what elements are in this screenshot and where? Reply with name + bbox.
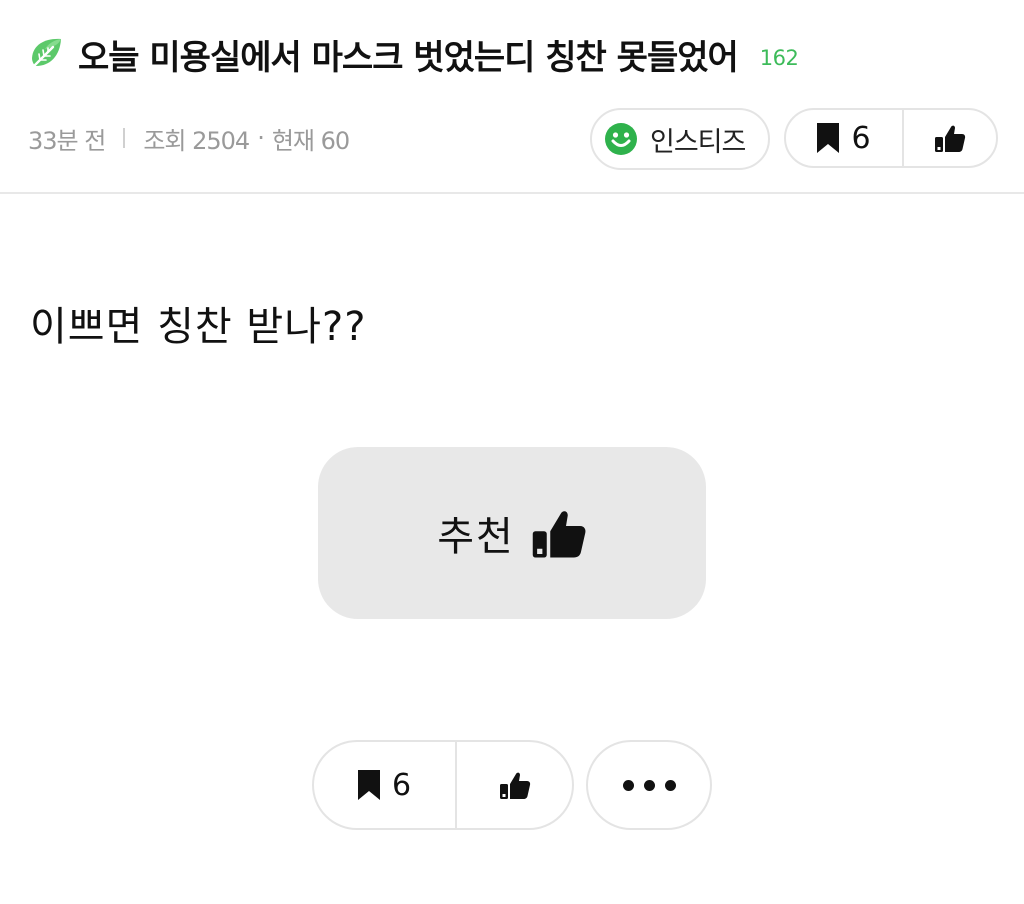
scrap-button[interactable]: 6: [314, 742, 457, 828]
scrap-count: 6: [851, 120, 871, 156]
bookmark-icon: [357, 770, 380, 800]
recommend-button[interactable]: 추천: [318, 447, 706, 619]
current-viewers: 현재 60: [271, 126, 350, 155]
more-dots-icon: [622, 779, 676, 791]
bookmark-icon: [817, 123, 840, 153]
thumbs-up-icon: [531, 505, 587, 561]
bottom-action-group: 6: [312, 740, 574, 830]
leaf-icon: [28, 36, 64, 72]
post-meta: 33분 전 조회 2504 · 현재 60: [28, 116, 350, 160]
recommend-label: 추천: [437, 514, 515, 560]
meta-divider: [123, 128, 126, 148]
meta-dot: ·: [257, 124, 265, 152]
post-content: 이쁘면 칭찬 받나??: [30, 304, 367, 350]
like-button[interactable]: [904, 110, 996, 166]
view-count: 조회 2504: [143, 126, 250, 155]
top-action-group: 6: [784, 108, 998, 168]
header-divider: [0, 192, 1024, 194]
post-time: 33분 전: [28, 126, 106, 155]
board-link-button[interactable]: 인스티즈: [590, 108, 770, 170]
scrap-button[interactable]: 6: [786, 110, 904, 166]
more-options-button[interactable]: [586, 740, 712, 830]
post-header: 오늘 미용실에서 마스크 벗었는디 칭찬 못들었어 162: [28, 26, 1004, 82]
scrap-count: 6: [391, 767, 412, 803]
board-name: 인스티즈: [650, 126, 746, 158]
post-title: 오늘 미용실에서 마스크 벗었는디 칭찬 못들었어: [78, 37, 739, 78]
like-button[interactable]: [457, 742, 572, 828]
thumbs-up-icon: [934, 122, 966, 154]
comment-count[interactable]: 162: [760, 46, 799, 70]
thumbs-up-icon: [499, 769, 531, 801]
smile-icon: [604, 122, 638, 156]
